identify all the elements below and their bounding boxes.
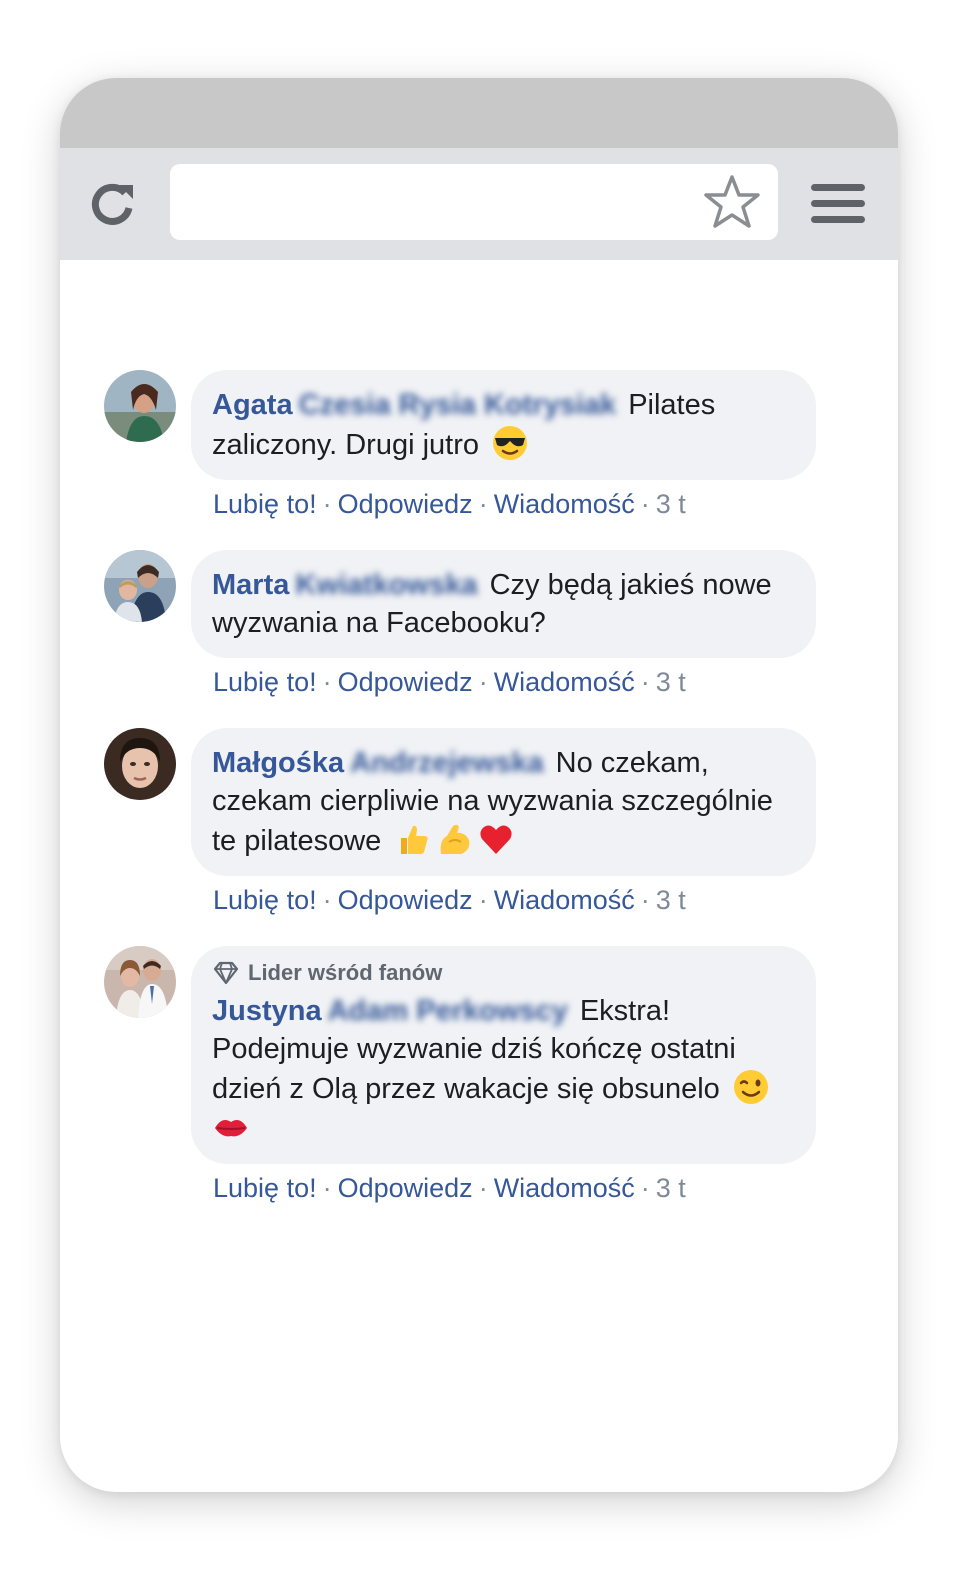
separator: ·	[640, 489, 650, 519]
avatar[interactable]	[104, 370, 176, 442]
reply-link[interactable]: Odpowiedz	[338, 667, 473, 697]
separator: ·	[322, 1173, 332, 1203]
flexed-biceps-emoji	[440, 824, 470, 854]
comment-actions: Lubię to! · Odpowiedz · Wiadomość · 3 t	[213, 1170, 864, 1206]
address-bar[interactable]	[170, 164, 778, 240]
timestamp[interactable]: 3 t	[656, 489, 686, 519]
reply-link[interactable]: Odpowiedz	[338, 1173, 473, 1203]
thumbs-up-emoji	[401, 825, 429, 854]
like-link[interactable]: Lubię to!	[213, 885, 317, 915]
comment-actions: Lubię to! · Odpowiedz · Wiadomość · 3 t	[213, 486, 864, 522]
reload-icon	[91, 183, 133, 225]
like-link[interactable]: Lubię to!	[213, 1173, 317, 1203]
avatar[interactable]	[104, 728, 176, 800]
kiss-mark-emoji	[215, 1120, 247, 1137]
avatar[interactable]	[104, 550, 176, 622]
like-link[interactable]: Lubię to!	[213, 489, 317, 519]
hamburger-menu-icon	[811, 184, 865, 223]
timestamp[interactable]: 3 t	[656, 885, 686, 915]
timestamp[interactable]: 3 t	[656, 667, 686, 697]
separator: ·	[322, 885, 332, 915]
comment-author[interactable]: Agata	[212, 389, 293, 421]
comment-bubble: Agata Czesia Rysia Kotrysiak Pilates zali…	[191, 370, 816, 480]
comment-author-surname[interactable]: Kwiatkowska	[295, 569, 477, 601]
separator: ·	[478, 885, 488, 915]
star-icon	[704, 175, 760, 228]
timestamp[interactable]: 3 t	[656, 1173, 686, 1203]
comment: Agata Czesia Rysia Kotrysiak Pilates zali…	[104, 370, 864, 522]
separator: ·	[322, 489, 332, 519]
diamond-icon	[213, 961, 239, 985]
top-bezel	[60, 78, 898, 148]
comment-author-surname[interactable]: Czesia Rysia Kotrysiak	[299, 389, 617, 421]
comment: Marta Kwiatkowska Czy będą jakieś nowe wy…	[104, 550, 864, 700]
separator: ·	[640, 667, 650, 697]
comment-bubble: Marta Kwiatkowska Czy będą jakieś nowe wy…	[191, 550, 816, 658]
comment-author[interactable]: Małgośka	[212, 747, 344, 779]
separator: ·	[640, 885, 650, 915]
separator: ·	[640, 1173, 650, 1203]
comment: Małgośka Andrzejewska No czekam, czekam c…	[104, 728, 864, 918]
message-link[interactable]: Wiadomość	[494, 667, 635, 697]
like-link[interactable]: Lubię to!	[213, 667, 317, 697]
comment-actions: Lubię to! · Odpowiedz · Wiadomość · 3 t	[213, 882, 864, 918]
comment-author[interactable]: Marta	[212, 569, 289, 601]
reply-link[interactable]: Odpowiedz	[338, 489, 473, 519]
comment-author-surname[interactable]: Andrzejewska	[350, 747, 543, 779]
reply-link[interactable]: Odpowiedz	[338, 885, 473, 915]
comment: Lider wśród fanów Justyna Adam Perkowscy …	[104, 946, 864, 1206]
comment-actions: Lubię to! · Odpowiedz · Wiadomość · 3 t	[213, 664, 864, 700]
message-link[interactable]: Wiadomość	[494, 489, 635, 519]
winking-face-emoji	[733, 1070, 768, 1104]
red-heart-emoji	[480, 825, 512, 854]
reload-button[interactable]	[82, 174, 142, 234]
separator: ·	[478, 1173, 488, 1203]
menu-button[interactable]	[808, 176, 868, 232]
separator: ·	[322, 667, 332, 697]
badge-label: Lider wśród fanów	[248, 960, 443, 985]
separator: ·	[478, 489, 488, 519]
message-link[interactable]: Wiadomość	[494, 885, 635, 915]
comments-list: Agata Czesia Rysia Kotrysiak Pilates zali…	[104, 370, 864, 1206]
avatar[interactable]	[104, 946, 176, 1018]
top-fan-badge: Lider wśród fanów	[212, 958, 794, 988]
message-link[interactable]: Wiadomość	[494, 1173, 635, 1203]
separator: ·	[478, 667, 488, 697]
comment-author-surname[interactable]: Adam Perkowscy	[328, 995, 568, 1027]
comment-bubble: Lider wśród fanów Justyna Adam Perkowscy …	[191, 946, 816, 1164]
sunglasses-emoji	[493, 426, 528, 460]
comment-bubble: Małgośka Andrzejewska No czekam, czekam c…	[191, 728, 816, 876]
browser-toolbar	[60, 148, 898, 260]
bookmark-button[interactable]	[702, 172, 762, 232]
comment-author[interactable]: Justyna	[212, 995, 322, 1027]
phone-frame: Agata Czesia Rysia Kotrysiak Pilates zali…	[60, 78, 898, 1492]
